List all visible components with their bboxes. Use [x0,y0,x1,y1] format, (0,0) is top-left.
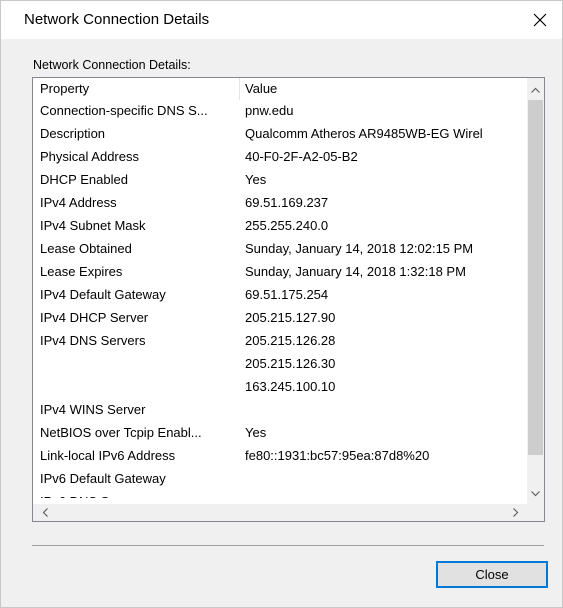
property-cell: IPv6 Default Gateway [40,471,166,486]
table-row[interactable]: Connection-specific DNS S... pnw.edu [33,100,527,123]
chevron-left-icon[interactable] [36,504,53,521]
column-header-property[interactable]: Property [40,81,89,96]
table-row[interactable]: Link-local IPv6 Address fe80::1931:bc57:9… [33,445,527,468]
property-cell: Connection-specific DNS S... [40,103,208,118]
table-row[interactable]: Description Qualcomm Atheros AR9485WB-EG … [33,123,527,146]
divider [32,545,544,546]
value-cell: 205.215.127.90 [245,310,336,325]
property-cell: IPv4 DHCP Server [40,310,149,325]
property-cell: DHCP Enabled [40,172,128,187]
table-row[interactable]: IPv4 DNS Servers 205.215.126.28 [33,330,527,353]
list-rows: Connection-specific DNS S... pnw.edu Descr… [33,100,527,498]
value-cell: 69.51.169.237 [245,195,329,210]
value-cell: 69.51.175.254 [245,287,329,302]
vertical-scrollbar[interactable] [527,78,544,504]
table-row[interactable]: DHCP Enabled Yes [33,169,527,192]
column-header-value[interactable]: Value [245,81,277,96]
property-cell: Link-local IPv6 Address [40,448,176,463]
vertical-scroll-thumb[interactable] [528,100,543,455]
property-cell: Lease Obtained [40,241,132,256]
scrollbar-corner [527,504,544,521]
close-button[interactable]: Close [436,561,548,588]
table-row[interactable]: NetBIOS over Tcpip Enabl... Yes [33,422,527,445]
value-cell: 205.215.126.28 [245,333,336,348]
table-row[interactable]: IPv4 WINS Server [33,399,527,422]
chevron-up-icon[interactable] [527,81,544,98]
value-cell: Sunday, January 14, 2018 12:02:15 PM [245,241,474,256]
property-cell: Lease Expires [40,264,123,279]
list-header: Property Value [33,78,527,100]
group-label: Network Connection Details: [33,58,191,72]
title-bar[interactable]: Network Connection Details [1,1,562,39]
close-icon[interactable] [521,6,559,34]
property-cell: IPv4 DNS Servers [40,333,146,348]
value-cell: 255.255.240.0 [245,218,329,233]
value-cell: pnw.edu [245,103,294,118]
value-cell: 205.215.126.30 [245,356,336,371]
value-cell: 163.245.100.10 [245,379,336,394]
table-row[interactable]: IPv4 DHCP Server 205.215.127.90 [33,307,527,330]
table-row[interactable]: IPv6 Default Gateway [33,468,527,491]
table-row[interactable]: Physical Address 40-F0-2F-A2-05-B2 [33,146,527,169]
property-cell: IPv4 WINS Server [40,402,146,417]
table-row[interactable]: Lease Expires Sunday, January 14, 2018 1:… [33,261,527,284]
network-details-dialog: Network Connection Details Network Conne… [0,0,563,608]
property-cell: IPv4 Address [40,195,117,210]
table-row[interactable]: IPv6 DNS Server [33,491,527,498]
chevron-right-icon[interactable] [507,504,524,521]
column-divider[interactable] [239,78,240,100]
horizontal-scrollbar[interactable] [33,504,527,521]
property-cell: IPv6 DNS Server [40,494,235,498]
property-cell: Description [40,126,106,141]
value-cell: 40-F0-2F-A2-05-B2 [245,149,358,164]
property-cell: Physical Address [40,149,139,164]
property-cell: IPv4 Default Gateway [40,287,166,302]
table-row[interactable]: 163.245.100.10 [33,376,527,399]
table-row[interactable]: IPv4 Address 69.51.169.237 [33,192,527,215]
table-row[interactable]: IPv4 Subnet Mask 255.255.240.0 [33,215,527,238]
details-list-view[interactable]: Property Value Connection-specific DNS S… [32,77,545,522]
property-cell: IPv4 Subnet Mask [40,218,146,233]
value-cell: Yes [245,425,267,440]
window-title: Network Connection Details [24,11,210,28]
value-cell: fe80::1931:bc57:95ea:87d8%20 [245,448,430,463]
property-cell: NetBIOS over Tcpip Enabl... [40,425,202,440]
table-row[interactable]: IPv4 Default Gateway 69.51.175.254 [33,284,527,307]
value-cell: Sunday, January 14, 2018 1:32:18 PM [245,264,466,279]
table-row[interactable]: Lease Obtained Sunday, January 14, 2018 1… [33,238,527,261]
value-cell: Yes [245,172,267,187]
chevron-down-icon[interactable] [527,485,544,502]
table-row[interactable]: 205.215.126.30 [33,353,527,376]
value-cell: Qualcomm Atheros AR9485WB-EG Wirel [245,126,483,141]
